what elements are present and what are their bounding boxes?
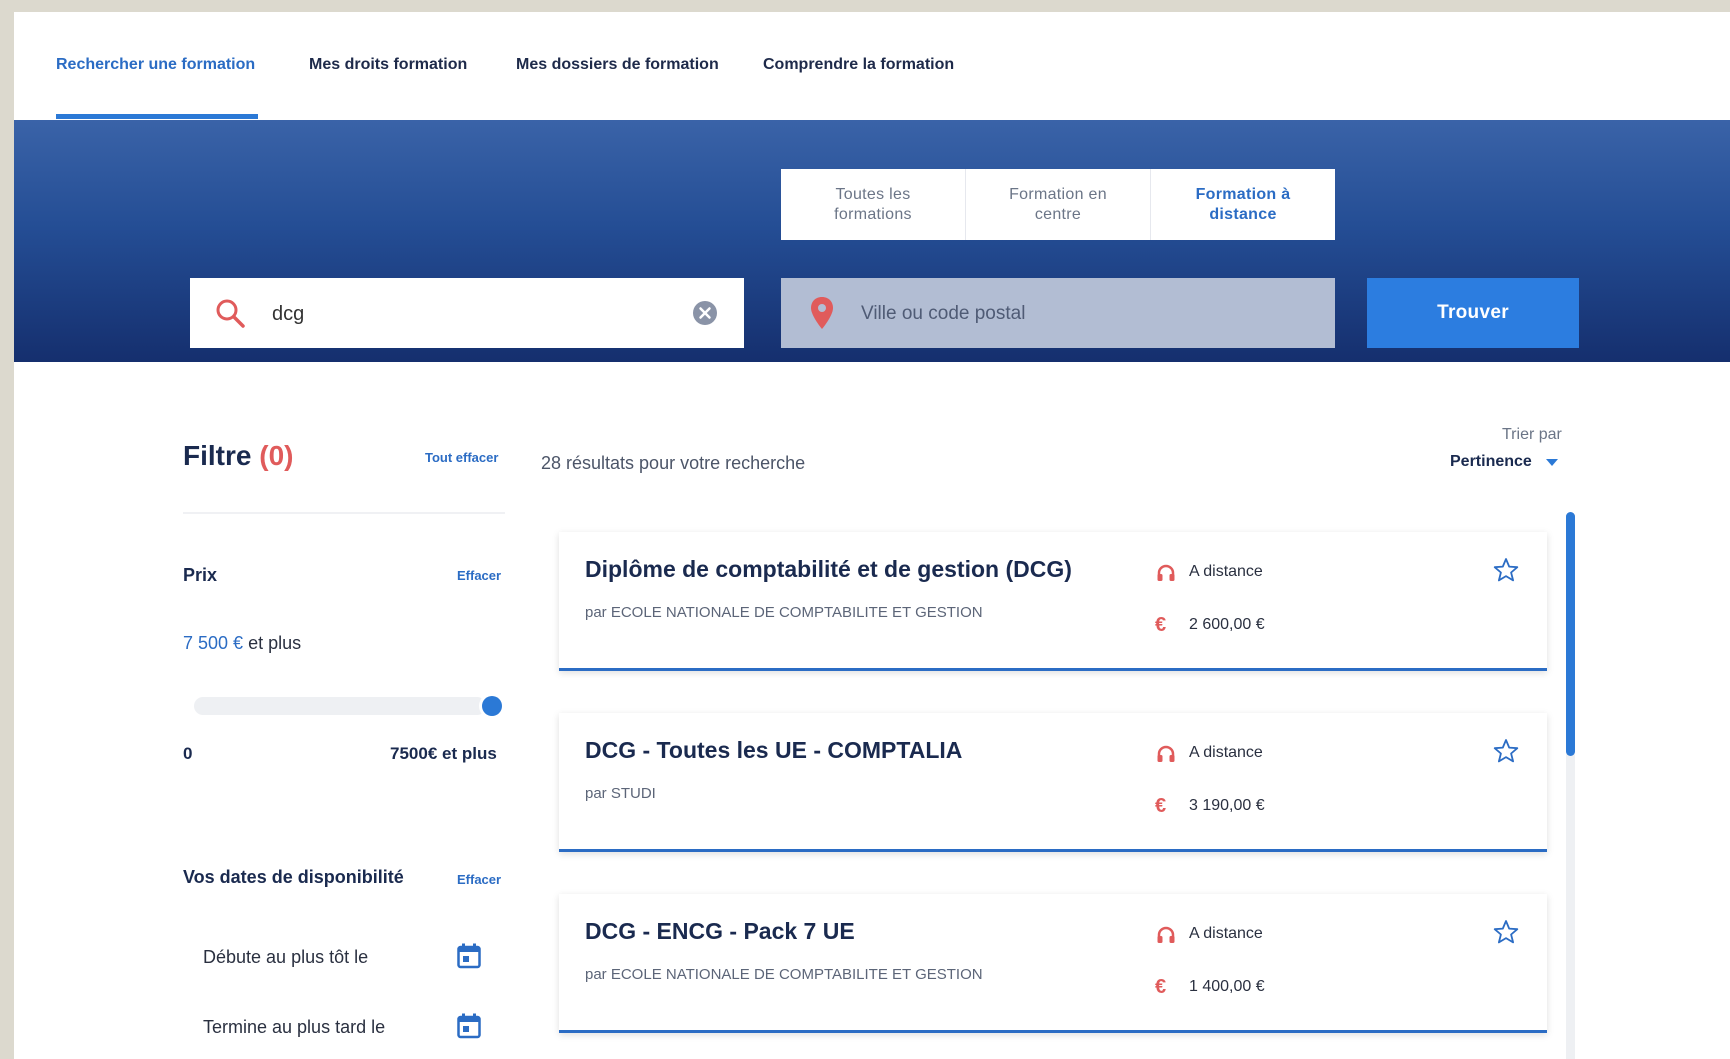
calendar-icon[interactable] xyxy=(457,1013,481,1044)
map-pin-icon xyxy=(809,296,835,335)
card-provider: par ECOLE NATIONALE DE COMPTABILITE ET G… xyxy=(585,966,983,983)
top-nav: Rechercher une formation Mes droits form… xyxy=(14,12,1730,120)
segment-center-line2: centre xyxy=(1034,205,1082,223)
result-card[interactable]: DCG - Toutes les UE - COMPTALIA par STUD… xyxy=(559,713,1547,852)
tab-search-training[interactable]: Rechercher une formation xyxy=(56,56,255,74)
app-frame: Rechercher une formation Mes droits form… xyxy=(14,12,1730,1059)
segment-remote-line2: distance xyxy=(1209,205,1277,223)
star-outline-icon[interactable] xyxy=(1493,919,1519,950)
results-count: 28 résultats pour votre recherche xyxy=(541,453,806,473)
headphones-icon xyxy=(1156,563,1176,588)
euro-icon: € xyxy=(1155,795,1167,817)
training-type-toggle: Toutes les formations Formation en centre … xyxy=(781,169,1335,240)
star-outline-icon[interactable] xyxy=(1493,738,1519,769)
clear-all-filters-link[interactable]: Tout effacer xyxy=(425,450,498,465)
location-box xyxy=(781,278,1335,348)
result-card[interactable]: DCG - ENCG - Pack 7 UE par ECOLE NATIONA… xyxy=(559,894,1547,1033)
price-filter-label: Prix xyxy=(183,565,218,585)
segment-remote-line1: Formation à xyxy=(1195,185,1291,203)
price-slider-max: 7500€ et plus xyxy=(390,744,497,763)
tab-training-rights[interactable]: Mes droits formation xyxy=(309,56,467,74)
search-hero: Toutes les formations Formation en centre … xyxy=(14,120,1730,362)
filter-divider xyxy=(183,512,505,514)
segment-center-line1: Formation en xyxy=(1009,185,1107,203)
sort-label: Trier par xyxy=(1502,426,1562,443)
card-mode: A distance xyxy=(1189,925,1263,942)
card-title[interactable]: Diplôme de comptabilité et de gestion (D… xyxy=(585,556,1072,583)
segment-all-line2: formations xyxy=(834,205,912,223)
star-outline-icon[interactable] xyxy=(1493,557,1519,588)
tab-training-files[interactable]: Mes dossiers de formation xyxy=(516,56,719,74)
result-card[interactable]: Diplôme de comptabilité et de gestion (D… xyxy=(559,532,1547,671)
price-filter-value: 7 500 € et plus xyxy=(183,633,301,654)
segment-in-center[interactable]: Formation en centre xyxy=(966,169,1151,240)
card-title[interactable]: DCG - Toutes les UE - COMPTALIA xyxy=(585,737,962,764)
start-date-label[interactable]: Débute au plus tôt le xyxy=(203,947,368,968)
card-mode: A distance xyxy=(1189,744,1263,761)
segment-remote[interactable]: Formation à distance xyxy=(1151,169,1335,240)
active-tab-indicator xyxy=(56,114,258,119)
sort-select[interactable]: Pertinence xyxy=(1450,453,1558,471)
dates-filter-label: Vos dates de disponibilité xyxy=(183,867,404,887)
clear-price-link[interactable]: Effacer xyxy=(457,568,501,583)
search-box xyxy=(190,278,744,348)
price-amount: 7 500 € xyxy=(183,633,244,653)
price-suffix: et plus xyxy=(243,633,302,653)
price-slider-thumb[interactable] xyxy=(482,696,502,716)
find-button[interactable]: Trouver xyxy=(1367,278,1579,348)
card-price: 2 600,00 € xyxy=(1189,616,1265,633)
headphones-icon xyxy=(1156,925,1176,950)
filter-count: (0) xyxy=(259,440,294,471)
card-provider: par ECOLE NATIONALE DE COMPTABILITE ET G… xyxy=(585,604,983,621)
tab-understand-training[interactable]: Comprendre la formation xyxy=(763,56,954,74)
caret-down-icon xyxy=(1545,458,1558,466)
price-slider-min: 0 xyxy=(183,744,193,763)
end-date-label[interactable]: Termine au plus tard le xyxy=(203,1017,385,1038)
search-input[interactable] xyxy=(270,296,654,332)
card-price: 3 190,00 € xyxy=(1189,797,1265,814)
filter-title-text: Filtre xyxy=(183,440,252,471)
clear-circle-icon[interactable] xyxy=(692,300,718,331)
search-icon xyxy=(214,297,246,334)
results-scrollbar-thumb[interactable] xyxy=(1566,512,1575,756)
clear-dates-link[interactable]: Effacer xyxy=(457,872,501,887)
card-title[interactable]: DCG - ENCG - Pack 7 UE xyxy=(585,918,855,945)
card-provider: par STUDI xyxy=(585,785,656,802)
sort-value: Pertinence xyxy=(1450,453,1532,470)
price-slider-track[interactable] xyxy=(194,697,486,715)
segment-all-trainings[interactable]: Toutes les formations xyxy=(781,169,966,240)
filter-title: Filtre (0) xyxy=(183,440,293,472)
calendar-icon[interactable] xyxy=(457,943,481,974)
location-input[interactable] xyxy=(859,296,1303,332)
headphones-icon xyxy=(1156,744,1176,769)
euro-icon: € xyxy=(1155,976,1167,998)
card-mode: A distance xyxy=(1189,563,1263,580)
segment-all-line1: Toutes les xyxy=(835,185,911,203)
euro-icon: € xyxy=(1155,614,1167,636)
card-price: 1 400,00 € xyxy=(1189,978,1265,995)
